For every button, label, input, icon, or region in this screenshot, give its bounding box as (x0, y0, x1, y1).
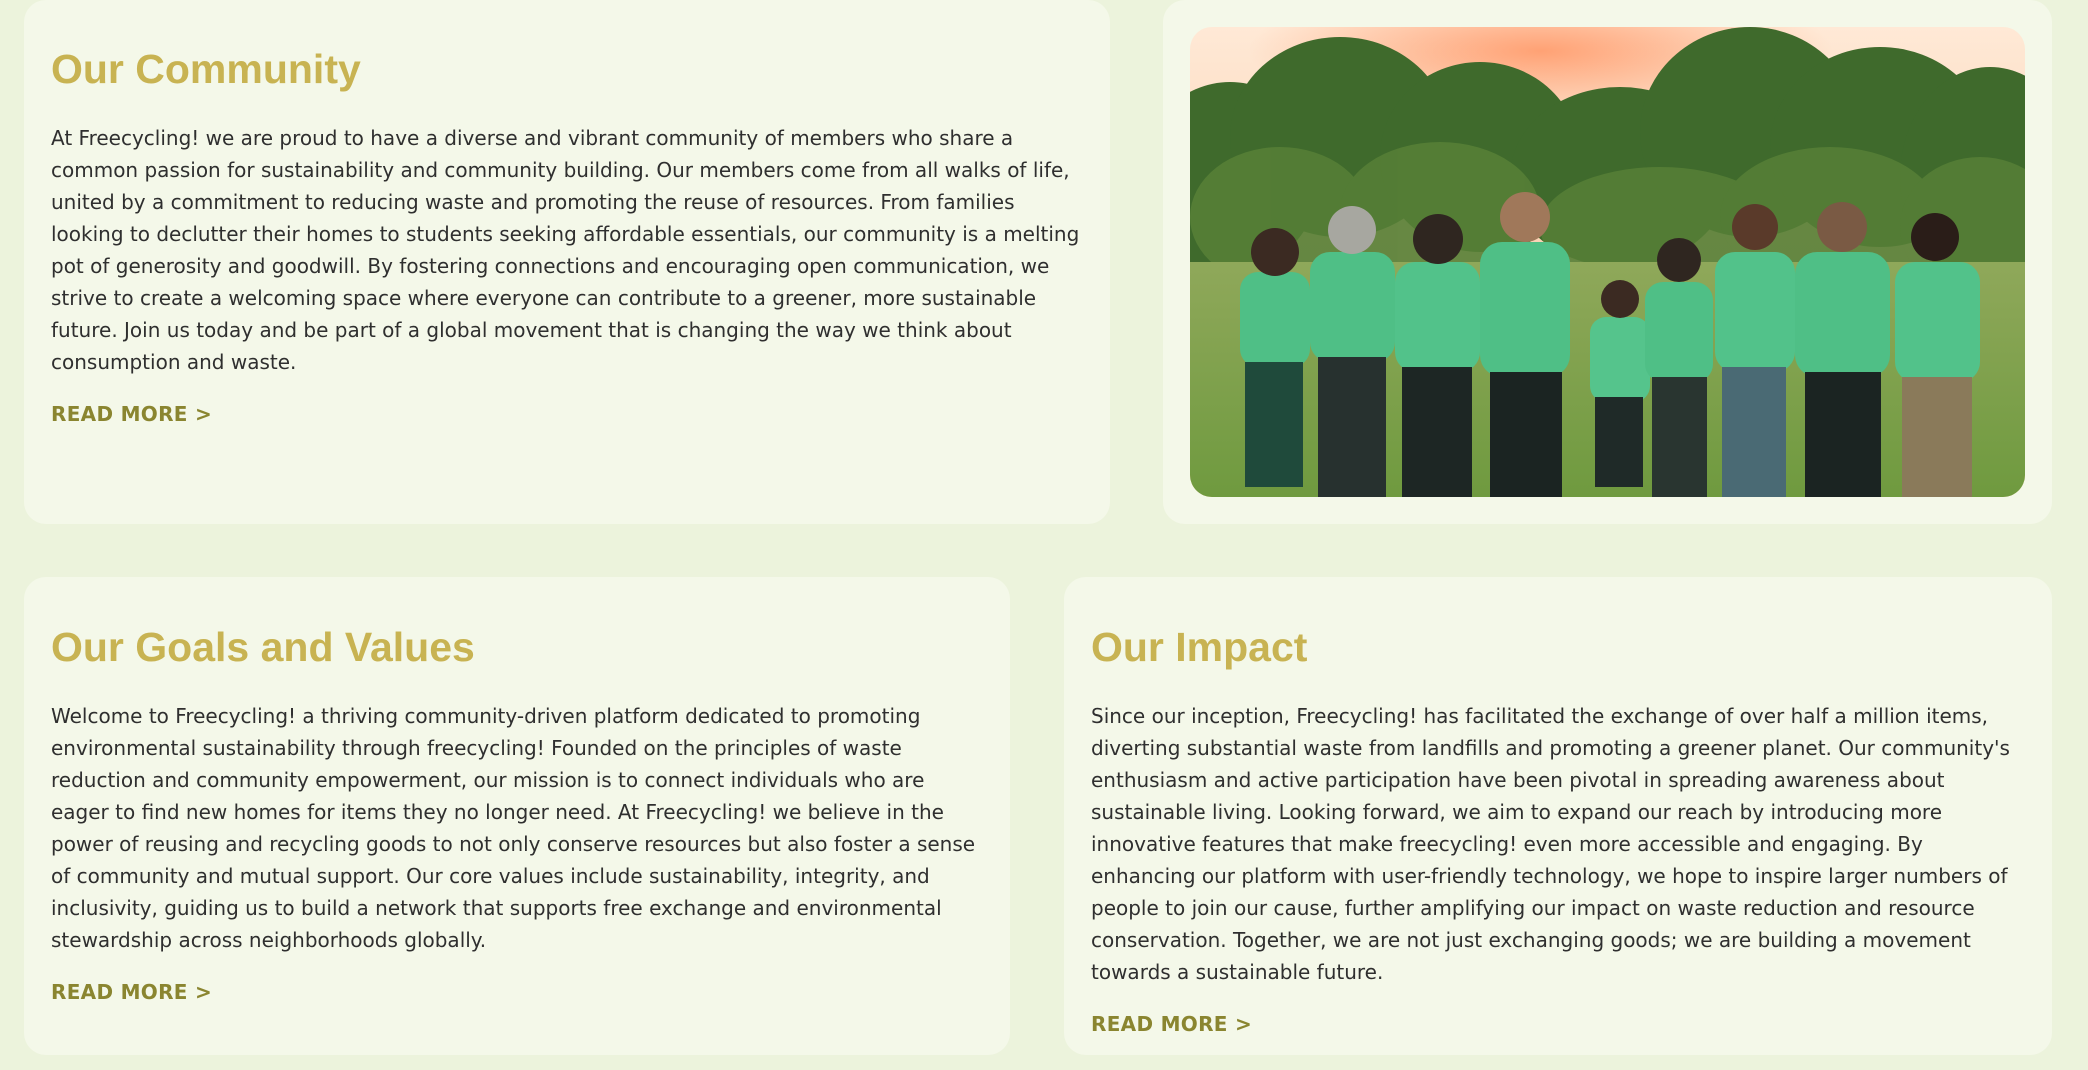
our-goals-and-values-read-more-link[interactable]: READ MORE > (51, 978, 212, 1006)
community-photo-card (1163, 0, 2052, 524)
our-goals-and-values-text: Welcome to Freecycling! a thriving commu… (51, 704, 976, 952)
our-impact-card: Our Impact Since our inception, Freecycl… (1064, 577, 2052, 1055)
our-impact-heading: Our Impact (1091, 624, 1308, 670)
our-community-read-more-link[interactable]: READ MORE > (51, 400, 212, 428)
our-impact-read-more-link[interactable]: READ MORE > (1091, 1010, 1252, 1038)
our-impact-text: Since our inception, Freecycling! has fa… (1091, 704, 2010, 984)
community-group-photo (1190, 27, 2025, 497)
our-goals-and-values-heading: Our Goals and Values (51, 624, 475, 670)
our-community-card: Our Community At Freecycling! we are pro… (24, 0, 1110, 524)
our-community-text: At Freecycling! we are proud to have a d… (51, 126, 1080, 374)
our-goals-and-values-card: Our Goals and Values Welcome to Freecycl… (24, 577, 1010, 1055)
our-community-heading: Our Community (51, 46, 361, 92)
